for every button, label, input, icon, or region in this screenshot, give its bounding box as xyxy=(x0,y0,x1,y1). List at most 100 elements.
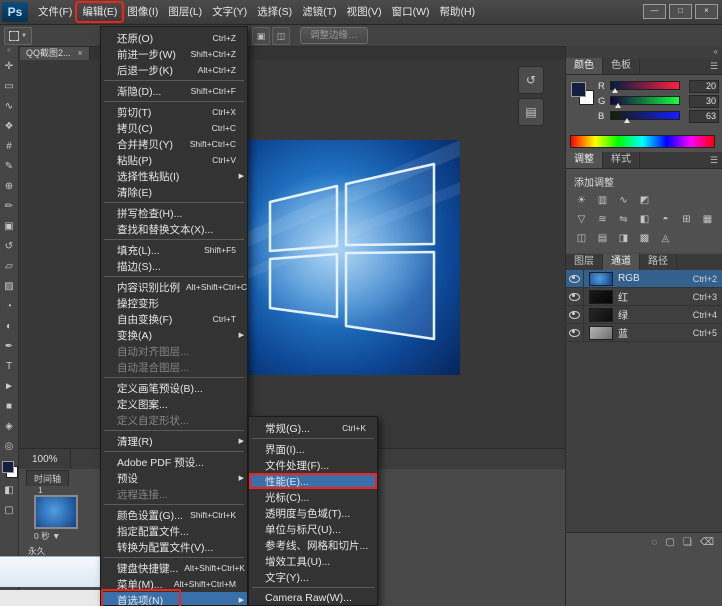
color-lookup-icon[interactable]: ▦ xyxy=(699,212,716,227)
vibrance-icon[interactable]: ▽ xyxy=(573,212,590,227)
color-spectrum-ramp[interactable] xyxy=(570,135,715,148)
adjustments-tab-styles[interactable]: 样式 xyxy=(603,152,640,168)
menubar-item-layer[interactable]: 图层(L) xyxy=(163,3,207,21)
slider-track[interactable] xyxy=(610,110,680,123)
pref-submenu-item[interactable]: 参考线、网格和切片... xyxy=(249,537,377,553)
pref-submenu-item[interactable]: Camera Raw(W)... xyxy=(249,590,377,606)
dodge-tool[interactable]: ◐ xyxy=(0,316,18,336)
menubar-item-view[interactable]: 视图(V) xyxy=(342,3,387,21)
edit-menu-item[interactable]: 自由变换(F)Ctrl+T xyxy=(101,311,247,327)
edit-menu-item[interactable]: 粘贴(P)Ctrl+V xyxy=(101,152,247,168)
pen-tool[interactable]: ✒ xyxy=(0,336,18,356)
panel-tab-layers[interactable]: 图层 xyxy=(566,254,603,270)
menubar-item-filter[interactable]: 滤镜(T) xyxy=(297,3,341,21)
animation-frame-thumbnail[interactable] xyxy=(34,495,78,529)
edit-menu-item[interactable]: 拷贝(C)Ctrl+C xyxy=(101,120,247,136)
color-tab-swatches[interactable]: 色板 xyxy=(603,58,640,74)
edit-menu-item[interactable]: 查找和替换文本(X)... xyxy=(101,221,247,237)
menubar-item-select[interactable]: 选择(S) xyxy=(252,3,297,21)
edit-menu-item[interactable]: 选择性粘贴(I)▶ xyxy=(101,168,247,184)
color-tab-color[interactable]: 颜色 xyxy=(566,58,603,74)
slider-value[interactable]: 63 xyxy=(689,110,719,123)
edit-menu-item[interactable]: 转换为配置文件(V)... xyxy=(101,539,247,555)
frame-delay-dropdown[interactable]: 0 秒 ▼ xyxy=(34,530,60,542)
slider-value[interactable]: 30 xyxy=(689,95,719,108)
slider-value[interactable]: 20 xyxy=(689,80,719,93)
pref-submenu-item[interactable]: 文件处理(F)... xyxy=(249,457,377,473)
pref-submenu-item[interactable]: 光标(C)... xyxy=(249,489,377,505)
slider-thumb[interactable] xyxy=(624,118,630,123)
brightness-contrast-icon[interactable]: ☀ xyxy=(573,193,590,208)
tool-preset-dropdown[interactable]: ▼ xyxy=(4,27,32,45)
channel-mixer-icon[interactable]: ⊞ xyxy=(678,212,695,227)
adjustments-tab-adjustments[interactable]: 调整 xyxy=(566,152,603,168)
toolbar-collapse-icon[interactable]: « xyxy=(0,46,18,56)
quick-selection-tool[interactable]: ❖ xyxy=(0,116,18,136)
invert-icon[interactable]: ◫ xyxy=(573,231,590,246)
clone-stamp-tool[interactable]: ▣ xyxy=(0,216,18,236)
minimize-button[interactable]: — xyxy=(643,4,666,19)
color-slider-G[interactable]: G30 xyxy=(598,94,719,109)
edit-menu-item[interactable]: 还原(O)Ctrl+Z xyxy=(101,30,247,46)
pref-submenu-item[interactable]: 增效工具(U)... xyxy=(249,553,377,569)
edit-menu-item[interactable]: 菜单(M)...Alt+Shift+Ctrl+M xyxy=(101,576,247,592)
edit-menu-item[interactable]: 内容识别比例Alt+Shift+Ctrl+C xyxy=(101,279,247,295)
history-brush-tool[interactable]: ↺ xyxy=(0,236,18,256)
shape-tool[interactable]: ■ xyxy=(0,396,18,416)
visibility-toggle[interactable] xyxy=(566,306,584,323)
close-button[interactable]: × xyxy=(695,4,718,19)
panel-tab-channels[interactable]: 通道 xyxy=(603,254,640,270)
pref-submenu-item[interactable]: 界面(I)... xyxy=(249,441,377,457)
blur-tool[interactable]: ◔ xyxy=(0,296,18,316)
menubar-item-window[interactable]: 窗口(W) xyxy=(387,3,435,21)
curves-icon[interactable]: ∿ xyxy=(615,193,632,208)
brush-tool[interactable]: ✏ xyxy=(0,196,18,216)
marquee-tool[interactable]: ▭ xyxy=(0,76,18,96)
gradient-tool[interactable]: ▨ xyxy=(0,276,18,296)
edit-menu-item[interactable]: 定义画笔预设(B)... xyxy=(101,380,247,396)
visibility-toggle[interactable] xyxy=(566,270,584,287)
eyedropper-tool[interactable]: ✎ xyxy=(0,156,18,176)
quick-mask-icon[interactable]: ◧ xyxy=(0,480,18,500)
load-selection-icon[interactable]: ◌ xyxy=(651,537,657,548)
color-slider-R[interactable]: R20 xyxy=(598,79,719,94)
photo-filter-icon[interactable]: ◓ xyxy=(657,212,674,227)
edit-menu-item[interactable]: Adobe PDF 预设... xyxy=(101,454,247,470)
menubar-item-help[interactable]: 帮助(H) xyxy=(435,3,481,21)
gradient-map-icon[interactable]: ▩ xyxy=(636,231,653,246)
edit-menu-item[interactable]: 渐隐(D)...Shift+Ctrl+F xyxy=(101,83,247,99)
edit-menu-item[interactable]: 合并拷贝(Y)Shift+Ctrl+C xyxy=(101,136,247,152)
slider-track[interactable] xyxy=(610,80,680,93)
pref-submenu-item[interactable]: 文字(Y)... xyxy=(249,569,377,585)
exposure-icon[interactable]: ◩ xyxy=(636,193,653,208)
hue-saturation-icon[interactable]: ≋ xyxy=(594,212,611,227)
slider-thumb[interactable] xyxy=(612,88,618,93)
edit-menu-item[interactable]: 定义图案... xyxy=(101,396,247,412)
edit-menu-item[interactable]: 首选项(N)▶ xyxy=(101,592,247,606)
channel-row[interactable]: 蓝Ctrl+5 xyxy=(566,324,722,342)
edit-menu-item[interactable]: 变换(A)▶ xyxy=(101,327,247,343)
color-slider-B[interactable]: B63 xyxy=(598,109,719,124)
collapse-panels-icon[interactable]: « xyxy=(714,47,718,56)
threshold-icon[interactable]: ◨ xyxy=(615,231,632,246)
edit-menu-item[interactable]: 清除(E) xyxy=(101,184,247,200)
edit-menu-item[interactable]: 填充(L)...Shift+F5 xyxy=(101,242,247,258)
edit-menu-item[interactable]: 剪切(T)Ctrl+X xyxy=(101,104,247,120)
document-canvas-image[interactable] xyxy=(240,140,460,375)
selection-mode-icon[interactable]: ▣ xyxy=(252,27,270,45)
selective-color-icon[interactable]: ◬ xyxy=(657,231,674,246)
channel-row[interactable]: 红Ctrl+3 xyxy=(566,288,722,306)
zoom-tool[interactable]: ◎ xyxy=(0,436,18,456)
channel-row[interactable]: 绿Ctrl+4 xyxy=(566,306,722,324)
move-tool[interactable]: ✛ xyxy=(0,56,18,76)
edit-menu-item[interactable]: 操控变形 xyxy=(101,295,247,311)
foreground-color-swatch[interactable] xyxy=(571,82,586,97)
menubar-item-image[interactable]: 图像(I) xyxy=(122,3,163,21)
menubar-item-edit[interactable]: 编辑(E) xyxy=(77,3,122,21)
pref-submenu-item[interactable]: 性能(E)... xyxy=(249,473,377,489)
menubar-item-file[interactable]: 文件(F) xyxy=(33,3,77,21)
edit-menu-item[interactable]: 前进一步(W)Shift+Ctrl+Z xyxy=(101,46,247,62)
close-tab-icon[interactable]: × xyxy=(78,46,83,60)
maximize-button[interactable]: □ xyxy=(669,4,692,19)
visibility-toggle[interactable] xyxy=(566,288,584,305)
